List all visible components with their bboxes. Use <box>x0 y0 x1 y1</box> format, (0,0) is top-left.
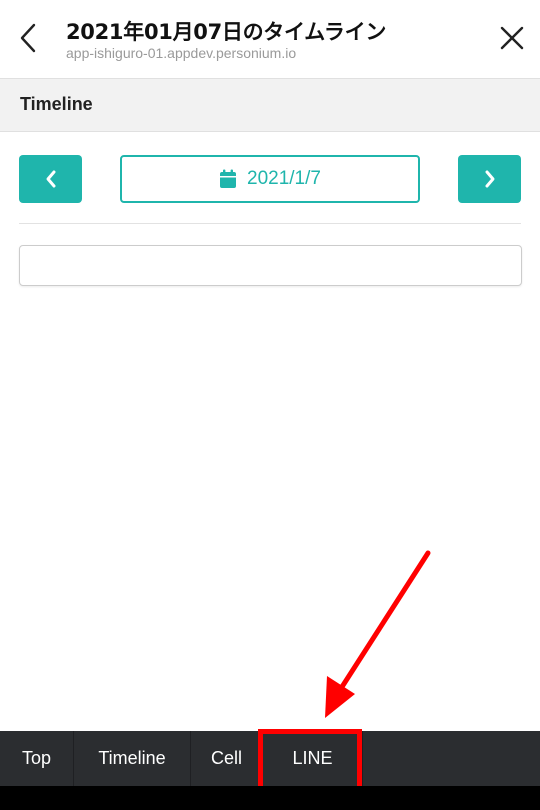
chevron-right-icon <box>485 170 494 188</box>
back-button[interactable] <box>8 18 48 58</box>
close-button[interactable] <box>492 18 532 58</box>
annotation-highlight-box <box>258 729 362 791</box>
top-app-bar: 2021年01月07日のタイムライン app-ishiguro-01.appde… <box>0 0 540 78</box>
next-day-button[interactable] <box>458 155 521 203</box>
previous-day-button[interactable] <box>19 155 82 203</box>
section-header: Timeline <box>0 78 540 132</box>
date-picker-button[interactable]: 2021/1/7 <box>120 155 420 203</box>
page-title: 2021年01月07日のタイムライン <box>66 20 387 44</box>
selected-date: 2021/1/7 <box>247 168 321 189</box>
calendar-icon <box>220 169 237 188</box>
system-navigation-bar <box>0 786 540 810</box>
close-icon <box>500 26 524 50</box>
chevron-left-icon <box>20 23 36 53</box>
chevron-left-icon <box>46 170 55 188</box>
page-url: app-ishiguro-01.appdev.personium.io <box>66 45 297 61</box>
tab-top[interactable]: Top <box>0 731 74 786</box>
section-title: Timeline <box>20 94 93 114</box>
divider <box>19 223 521 224</box>
timeline-list <box>19 245 522 286</box>
tab-cell[interactable]: Cell <box>191 731 263 786</box>
tab-timeline[interactable]: Timeline <box>74 731 191 786</box>
